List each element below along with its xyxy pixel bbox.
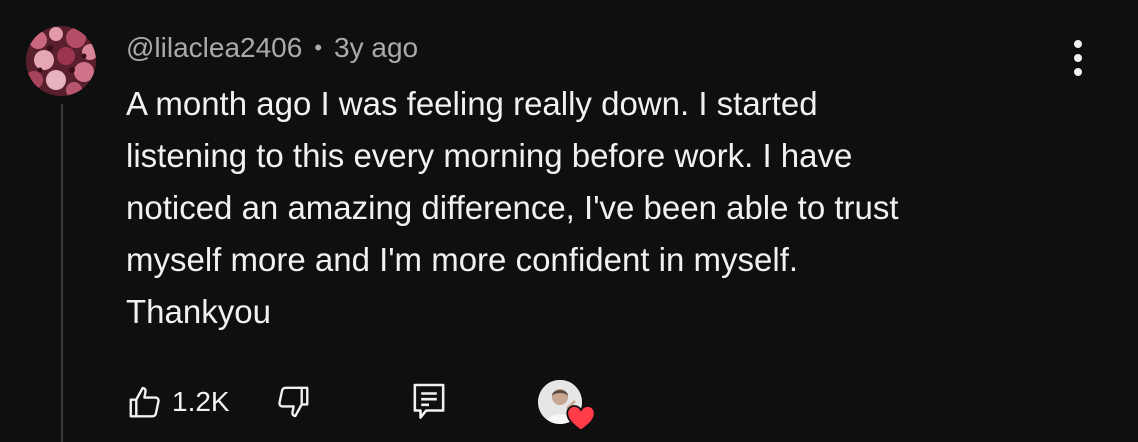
comment-text-line: listening to this every morning before w…: [126, 137, 853, 174]
more-actions-button[interactable]: [1058, 36, 1098, 80]
thread-line: [61, 104, 63, 442]
creator-heart-badge: [538, 380, 596, 432]
comment-text-line: Thankyou: [126, 293, 271, 330]
meta-separator: •: [314, 35, 323, 60]
like-count: 1.2K: [172, 386, 230, 417]
author-avatar[interactable]: [26, 26, 96, 96]
comment-timestamp[interactable]: 3y ago: [334, 32, 418, 64]
like-button[interactable]: 1.2K: [126, 376, 230, 428]
comment-text-line: myself more and I'm more confident in my…: [126, 241, 799, 278]
dislike-button[interactable]: [274, 376, 312, 428]
comment-text-line: A month ago I was feeling really down. I…: [126, 85, 818, 122]
comment-meta: @lilaclea2406 • 3y ago: [126, 28, 418, 68]
thumbs-up-icon: [129, 386, 160, 418]
more-vertical-icon: [1074, 40, 1082, 48]
avatar-image: [26, 26, 96, 96]
more-vertical-icon-dot: [1074, 54, 1082, 62]
author-handle[interactable]: @lilaclea2406: [126, 32, 302, 64]
reply-comment-icon: [413, 383, 445, 419]
comment-thread: @lilaclea2406 • 3y ago A month ago I was…: [0, 0, 1138, 442]
more-vertical-icon-dot: [1074, 68, 1082, 76]
reply-button[interactable]: [412, 376, 446, 428]
comment-text-line: noticed an amazing difference, I've been…: [126, 189, 899, 226]
thumbs-down-icon: [278, 386, 309, 418]
creator-heart-icon: [566, 405, 596, 432]
comment-text: A month ago I was feeling really down. I…: [126, 78, 1086, 338]
